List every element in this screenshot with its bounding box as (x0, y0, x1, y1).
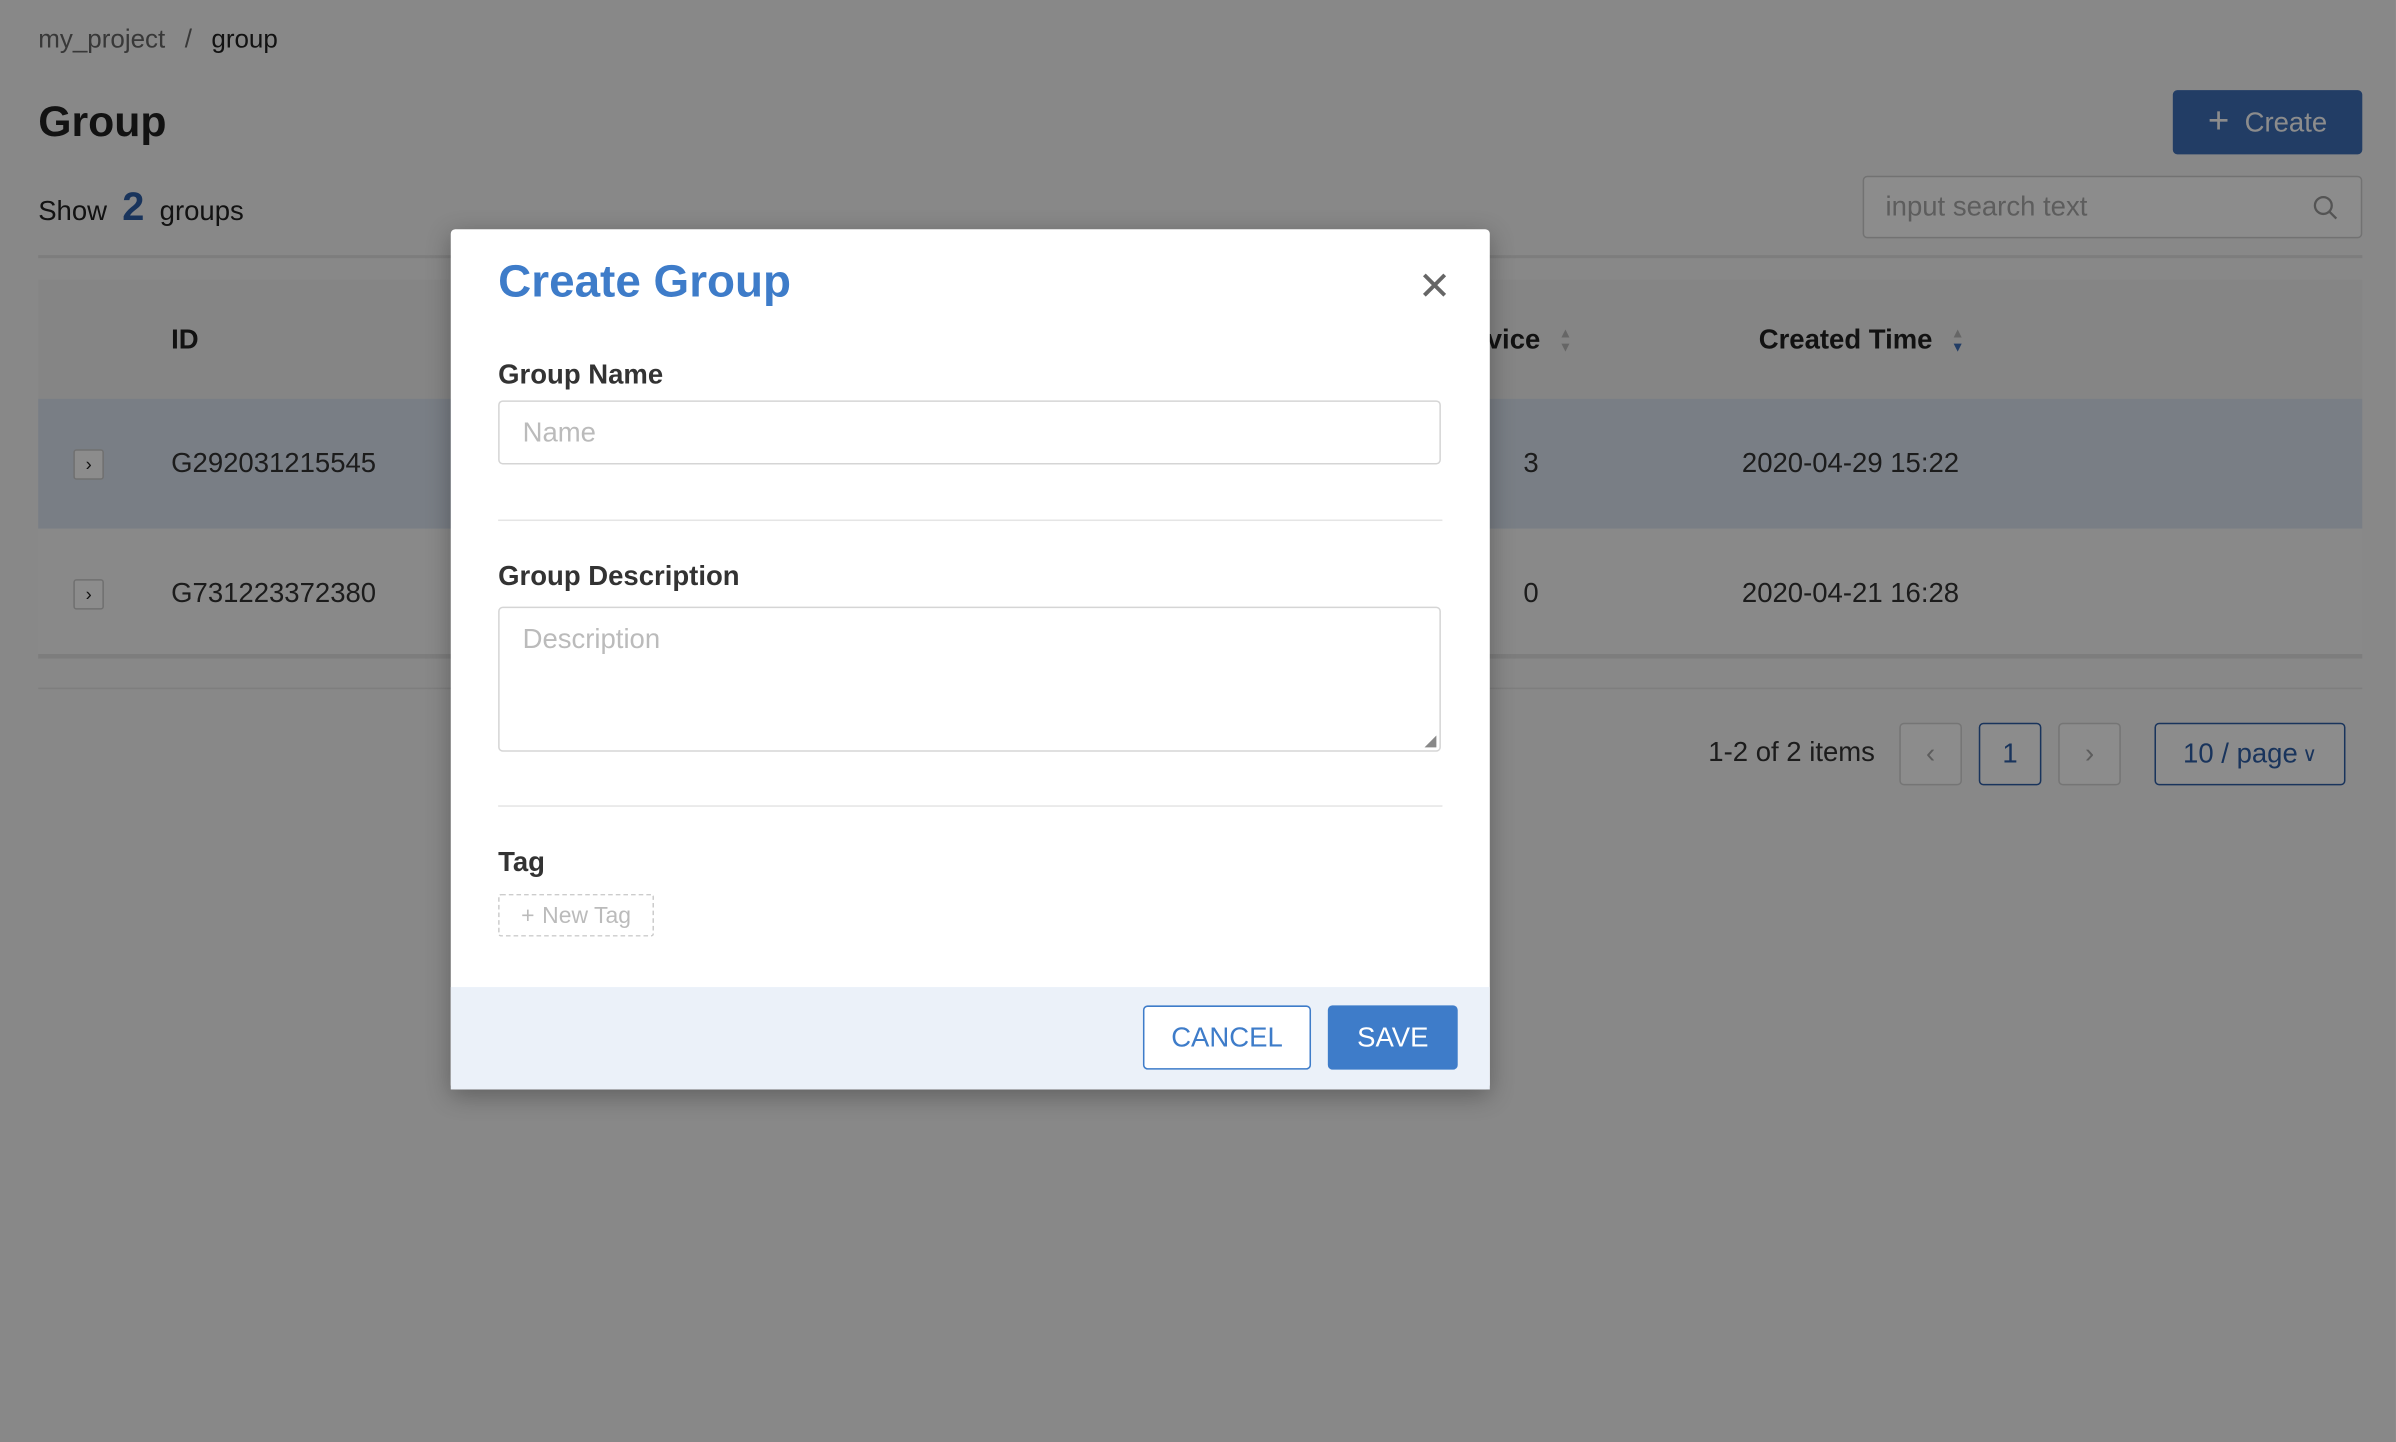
plus-icon: + (521, 902, 535, 929)
cancel-button[interactable]: CANCEL (1142, 1005, 1312, 1070)
divider (498, 805, 1443, 807)
group-name-input[interactable]: Name (498, 400, 1441, 465)
divider (498, 519, 1443, 522)
group-name-label: Group Name (498, 359, 664, 390)
new-tag-button[interactable]: + New Tag (498, 893, 654, 937)
resize-handle-icon[interactable]: ◢ (1425, 733, 1437, 750)
dialog-title: Create Group (498, 256, 792, 308)
new-tag-label: New Tag (542, 902, 631, 929)
dialog-footer: CANCEL SAVE (450, 987, 1490, 1090)
description-placeholder: Description (522, 623, 661, 654)
close-icon[interactable]: ✕ (1418, 263, 1451, 310)
group-description-textarea[interactable]: Description ◢ (498, 606, 1441, 752)
app: my_project / group Group Show 2 groups + Cr… (0, 0, 2396, 1442)
group-description-label: Group Description (498, 560, 740, 592)
tag-label: Tag (498, 846, 545, 878)
create-group-dialog: Create Group ✕ Group Name Name Group Des… (450, 229, 1490, 1090)
name-placeholder: Name (522, 417, 596, 448)
save-button[interactable]: SAVE (1327, 1005, 1458, 1070)
